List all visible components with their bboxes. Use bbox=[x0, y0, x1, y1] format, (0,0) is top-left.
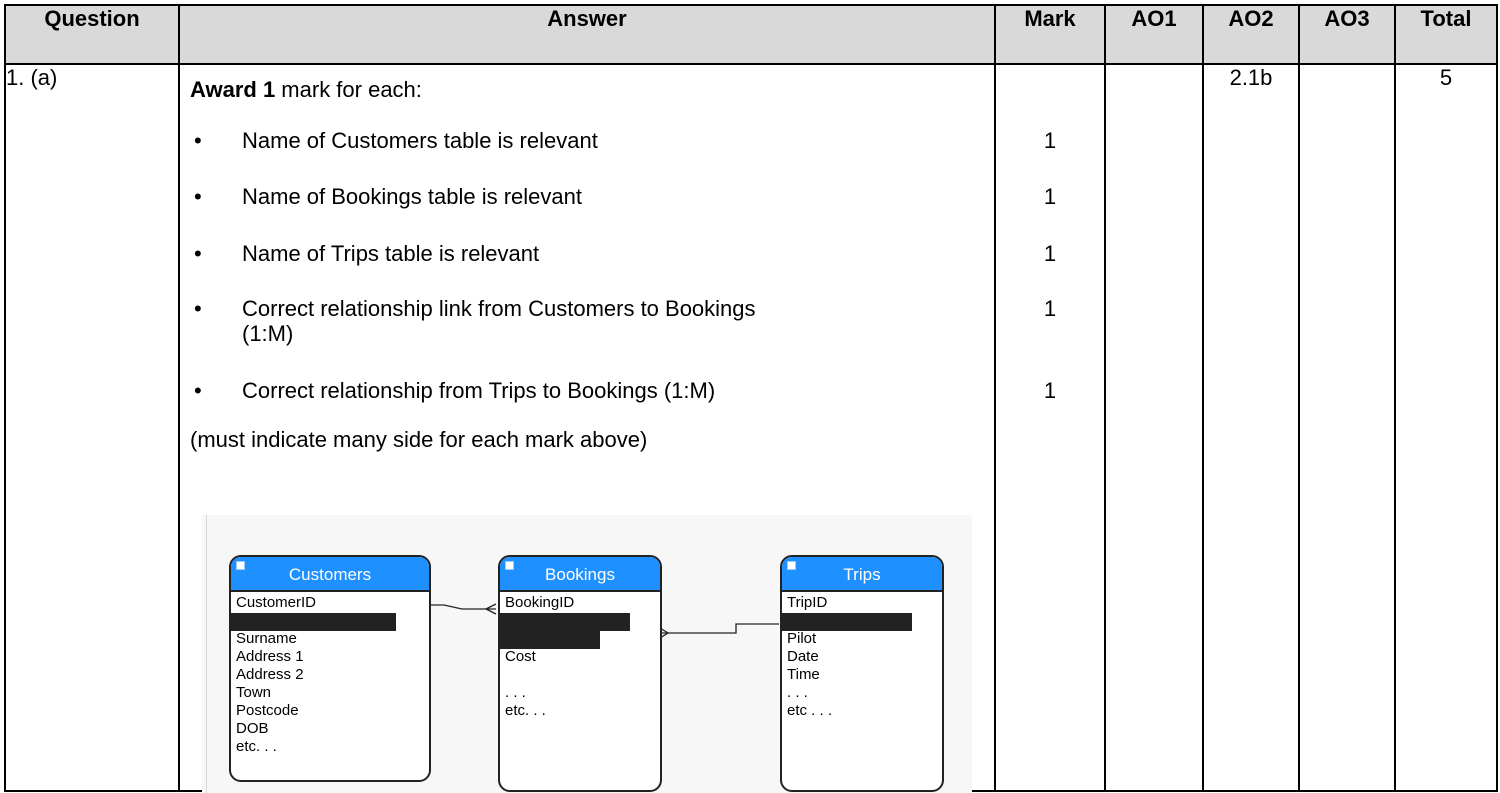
field-row: . . . bbox=[787, 684, 808, 701]
field-row bbox=[505, 666, 660, 684]
header-ao1: AO1 bbox=[1104, 4, 1204, 65]
question-number: 1. (a) bbox=[4, 63, 180, 792]
header-ao2: AO2 bbox=[1202, 4, 1300, 65]
entity-header: Trips bbox=[782, 557, 942, 592]
award-instruction: Award 1 mark for each: bbox=[190, 77, 422, 103]
field-row: etc. . . bbox=[505, 702, 546, 719]
mark-scheme-table: Question Answer Mark AO1 AO2 AO3 Total 1… bbox=[4, 4, 1498, 793]
pk-underline bbox=[782, 613, 912, 631]
field-row: etc. . . bbox=[236, 738, 277, 755]
field-row: Address 2 bbox=[236, 666, 304, 683]
award-rest: mark for each: bbox=[275, 77, 422, 102]
mark-value: 1 bbox=[1043, 378, 1057, 403]
header-row: Question Answer Mark AO1 AO2 AO3 Total bbox=[4, 4, 1498, 65]
collapse-icon bbox=[787, 561, 796, 570]
bullet-text: Name of Bookings table is relevant bbox=[242, 184, 582, 209]
entity-fields: TripID TripName Pilot Date Time . . . et… bbox=[782, 592, 942, 720]
fk-underline bbox=[500, 631, 600, 649]
field-row: . . . bbox=[505, 684, 526, 701]
bullet-text: Name of Customers table is relevant bbox=[242, 128, 598, 153]
award-bold: Award 1 bbox=[190, 77, 276, 102]
header-answer: Answer bbox=[178, 4, 996, 65]
header-mark: Mark bbox=[994, 4, 1106, 65]
header-question: Question bbox=[4, 4, 180, 65]
field-row: Cost bbox=[505, 648, 536, 665]
mark-value: 1 bbox=[1043, 241, 1057, 266]
field-row: Pilot bbox=[787, 630, 817, 647]
field-row: DOB bbox=[236, 720, 269, 737]
ao1-cell bbox=[1104, 63, 1204, 792]
bullet-dot: • bbox=[194, 128, 202, 153]
entity-fields: CustomerID Firstname Surname Address 1 A… bbox=[231, 592, 429, 756]
field-row: BookingID bbox=[505, 594, 575, 611]
mark-cell: 1 1 1 1 1 bbox=[994, 63, 1106, 792]
field-row: etc . . . bbox=[787, 702, 833, 719]
trips-bookings-link bbox=[660, 623, 779, 634]
header-ao3: AO3 bbox=[1298, 4, 1396, 65]
field-row: Postcode bbox=[236, 702, 299, 719]
pk-underline bbox=[500, 613, 630, 631]
entity-title: Trips bbox=[843, 565, 881, 584]
field-row: CustomerID bbox=[236, 594, 317, 611]
entity-bookings: Bookings BookingID CustomerID TripID Cos… bbox=[498, 555, 662, 792]
bullet-text: Name of Trips table is relevant bbox=[242, 241, 540, 266]
field-row: TripID bbox=[787, 594, 828, 611]
customers-bookings-link bbox=[426, 604, 496, 610]
note-text: (must indicate many side for each mark a… bbox=[190, 427, 648, 452]
entity-fields: BookingID CustomerID TripID Cost . . . e… bbox=[500, 592, 660, 720]
entity-customers: Customers CustomerID Firstname Surname A… bbox=[229, 555, 431, 782]
entity-title: Bookings bbox=[545, 565, 615, 584]
pk-underline bbox=[231, 613, 396, 631]
field-row: Date bbox=[787, 648, 819, 665]
ao2-cell: 2.1b bbox=[1202, 63, 1300, 792]
field-row: Town bbox=[236, 684, 272, 701]
bullet-dot: • bbox=[194, 296, 202, 321]
mark-value: 1 bbox=[1043, 128, 1057, 153]
field-row: Surname bbox=[236, 630, 297, 647]
erd-diagram: Customers CustomerID Firstname Surname A… bbox=[202, 515, 972, 793]
bullet-text: Correct relationship link from Customers… bbox=[242, 296, 756, 346]
mark-value: 1 bbox=[1043, 184, 1057, 209]
entity-header: Bookings bbox=[500, 557, 660, 592]
collapse-icon bbox=[505, 561, 514, 570]
ao3-cell bbox=[1298, 63, 1396, 792]
answer-cell: Award 1 mark for each: • Name of Custome… bbox=[178, 63, 996, 793]
entity-title: Customers bbox=[288, 565, 372, 584]
bullet-dot: • bbox=[194, 241, 202, 266]
question-row: 1. (a) Award 1 mark for each: • Name of … bbox=[4, 63, 1498, 793]
field-row: Time bbox=[787, 666, 820, 683]
mark-value: 1 bbox=[1043, 296, 1057, 321]
field-row: Address 1 bbox=[236, 648, 304, 665]
total-cell: 5 bbox=[1394, 63, 1498, 792]
entity-header: Customers bbox=[231, 557, 429, 592]
entity-trips: Trips TripID TripName Pilot Date Time . … bbox=[780, 555, 944, 792]
bullet-dot: • bbox=[194, 378, 202, 403]
collapse-icon bbox=[236, 561, 245, 570]
bullet-dot: • bbox=[194, 184, 202, 209]
bullet-text: Correct relationship from Trips to Booki… bbox=[242, 378, 716, 403]
header-total: Total bbox=[1394, 4, 1498, 65]
